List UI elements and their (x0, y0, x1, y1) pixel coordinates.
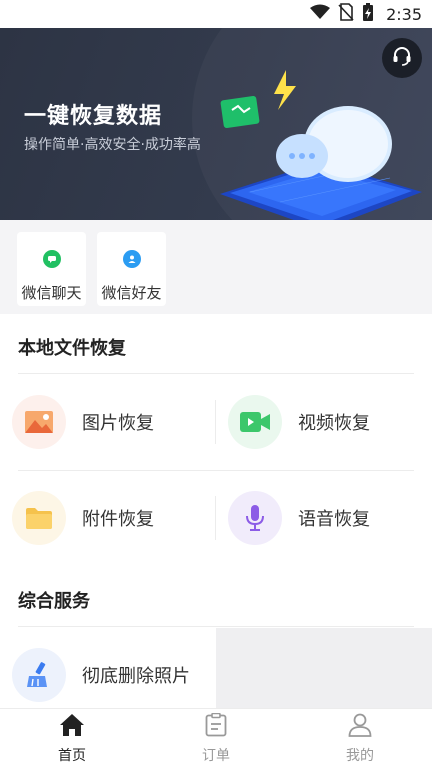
voice-recovery-item[interactable]: 语音恢复 (228, 490, 370, 546)
item-label: 彻底删除照片 (82, 666, 190, 687)
quick-tools: 微信聊天 微信好友 (0, 220, 432, 314)
status-time: 2:35 (386, 4, 422, 24)
banner-subtitle: 操作简单·高效安全·成功率高 (24, 137, 201, 153)
nav-label: 订单 (202, 747, 230, 764)
nav-profile[interactable]: 我的 (288, 709, 432, 768)
profile-icon (348, 713, 372, 741)
quick-tool-label: 微信聊天 (21, 284, 82, 302)
item-label: 视频恢复 (298, 413, 370, 434)
photo-recovery-item[interactable]: 图片恢复 (12, 394, 154, 450)
nav-label: 首页 (58, 747, 86, 764)
attachment-recovery-item[interactable]: 附件恢复 (12, 490, 154, 546)
wechat-friend-card[interactable]: 微信好友 (97, 232, 166, 306)
customer-support-button[interactable] (382, 38, 422, 78)
nav-label: 我的 (346, 747, 374, 764)
nav-orders[interactable]: 订单 (144, 709, 288, 768)
video-icon (228, 395, 282, 449)
bottom-navigation: 首页 订单 我的 (0, 708, 432, 768)
no-sim-icon (338, 3, 354, 25)
section-title-services: 综合服务 (18, 591, 90, 612)
order-icon (205, 712, 227, 741)
divider (18, 373, 414, 374)
divider (215, 496, 216, 540)
broom-icon (12, 648, 66, 702)
section-title-local-recovery: 本地文件恢复 (18, 338, 126, 359)
item-label: 语音恢复 (298, 509, 370, 530)
battery-charging-icon (362, 2, 374, 26)
delete-photos-item[interactable]: 彻底删除照片 (12, 647, 190, 703)
wifi-icon (310, 4, 331, 24)
wechat-chat-card[interactable]: 微信聊天 (17, 232, 86, 306)
video-recovery-item[interactable]: 视频恢复 (228, 394, 370, 450)
main-content: 本地文件恢复 图片恢复 视频恢复 附件恢复 语音恢复 综合服务 彻底删除照片 (0, 314, 432, 708)
app-screen: 2:35 一键恢复数据 操作简单·高效安全·成功率高 微信聊天 微信好友 本地文… (0, 0, 432, 768)
chat-bubbles-illustration (220, 70, 422, 220)
hero-banner[interactable]: 一键恢复数据 操作简单·高效安全·成功率高 (0, 28, 432, 220)
divider (215, 400, 216, 444)
item-label: 图片恢复 (82, 413, 154, 434)
microphone-icon (228, 491, 282, 545)
status-bar: 2:35 (0, 0, 432, 28)
nav-home[interactable]: 首页 (0, 709, 144, 768)
banner-title: 一键恢复数据 (24, 104, 163, 129)
divider (18, 470, 414, 471)
image-icon (12, 395, 66, 449)
wechat-chat-icon (42, 250, 61, 268)
quick-tool-label: 微信好友 (101, 284, 162, 302)
divider (18, 626, 414, 627)
home-icon (59, 713, 85, 741)
folder-icon (12, 491, 66, 545)
empty-slot (216, 628, 432, 708)
wechat-friend-icon (122, 250, 141, 268)
headset-icon (391, 45, 413, 71)
item-label: 附件恢复 (82, 509, 154, 530)
